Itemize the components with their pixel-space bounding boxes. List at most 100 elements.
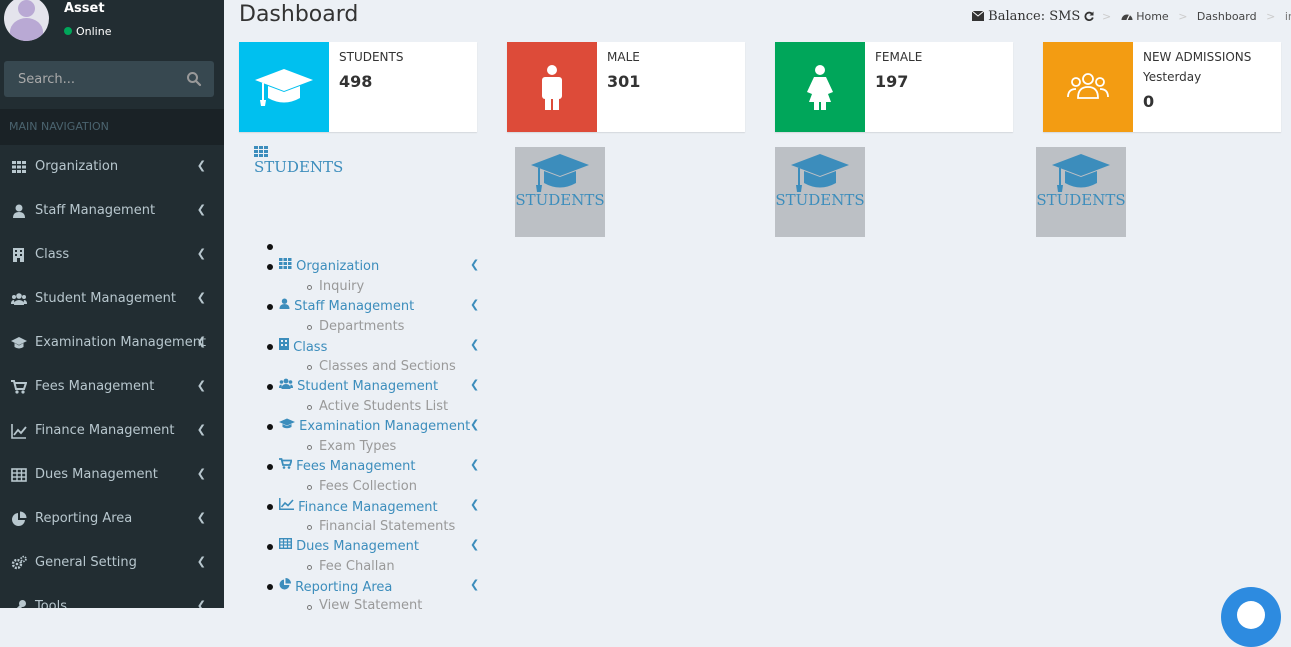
info-box-label: NEW ADMISSIONS bbox=[1143, 50, 1252, 64]
menu-sub-link[interactable]: Inquiry bbox=[319, 279, 364, 294]
grid-icon bbox=[12, 161, 26, 173]
menu-sub-link[interactable]: Active Students List bbox=[319, 399, 448, 414]
info-box-new-admissions[interactable]: NEW ADMISSIONS Yesterday 0 bbox=[1043, 42, 1281, 132]
menu-sub-link[interactable]: Classes and Sections bbox=[319, 359, 456, 374]
menu-sub-link[interactable]: Fee Challan bbox=[319, 559, 395, 574]
menu-link-finance-management[interactable]: Finance Management bbox=[279, 498, 438, 515]
sidebar-item-general-setting[interactable]: General Setting ❮ bbox=[0, 541, 224, 585]
sidebar-item-fees-management[interactable]: Fees Management ❮ bbox=[0, 365, 224, 409]
gears-icon bbox=[11, 555, 27, 570]
students-tile[interactable]: STUDENTS bbox=[515, 147, 605, 237]
balance-label: Balance: SMS bbox=[988, 9, 1081, 24]
broken-image-icon bbox=[254, 146, 268, 157]
chevron-left-icon: ❮ bbox=[196, 203, 206, 216]
sidebar-item-dues-management[interactable]: Dues Management ❮ bbox=[0, 453, 224, 497]
sidebar-item-tools[interactable]: Tools ❮ bbox=[0, 585, 224, 608]
chevron-left-icon: ❮ bbox=[196, 555, 206, 568]
menu-link-organization[interactable]: Organization bbox=[279, 258, 379, 274]
graduation-cap-icon bbox=[279, 418, 295, 429]
sidebar-item-staff-management[interactable]: Staff Management ❮ bbox=[0, 189, 224, 233]
menu-link-label: Staff Management bbox=[294, 299, 415, 314]
avatar[interactable] bbox=[4, 0, 49, 41]
list-bullet bbox=[307, 365, 312, 370]
menu-link-label: Class bbox=[293, 340, 328, 355]
menu-sub-link[interactable]: Fees Collection bbox=[319, 479, 417, 494]
list-bullet bbox=[267, 464, 273, 470]
list-bullet bbox=[267, 544, 273, 550]
sidebar-search bbox=[4, 61, 214, 97]
sidebar-item-label: Class bbox=[35, 247, 70, 262]
group-icon bbox=[1067, 73, 1109, 99]
sidebar-item-organization[interactable]: Organization ❮ bbox=[0, 145, 224, 189]
online-status-icon bbox=[64, 27, 72, 35]
info-box-value: 0 bbox=[1143, 92, 1155, 111]
list-bullet bbox=[307, 445, 312, 450]
chevron-left-icon: ❮ bbox=[196, 335, 206, 348]
menu-sub-link[interactable]: Exam Types bbox=[319, 439, 396, 454]
female-icon bbox=[807, 65, 833, 110]
chevron-left-icon: ❮ bbox=[470, 538, 480, 551]
image-alt-text: STUDENTS bbox=[254, 158, 344, 176]
sidebar-item-label: Organization bbox=[35, 159, 119, 174]
menu-sub-link[interactable]: Departments bbox=[319, 319, 404, 334]
info-box-value: 301 bbox=[607, 72, 641, 91]
search-icon[interactable] bbox=[186, 71, 202, 87]
info-box-students[interactable]: STUDENTS 498 bbox=[239, 42, 477, 132]
sidebar-item-label: Staff Management bbox=[35, 203, 156, 218]
menu-link-class[interactable]: Class bbox=[279, 338, 328, 355]
list-bullet bbox=[267, 344, 273, 350]
line-chart-icon bbox=[11, 424, 27, 439]
chevron-left-icon: ❮ bbox=[196, 379, 206, 392]
sidebar-item-examination-management[interactable]: Examination Management ❮ bbox=[0, 321, 224, 365]
info-box-icon-bg bbox=[239, 42, 329, 132]
tile-label: STUDENTS bbox=[515, 191, 605, 209]
info-box-icon-bg bbox=[775, 42, 865, 132]
sidebar-item-finance-management[interactable]: Finance Management ❮ bbox=[0, 409, 224, 453]
menu-link-staff-management[interactable]: Staff Management bbox=[279, 298, 415, 314]
menu-link-label: Fees Management bbox=[296, 459, 416, 474]
chevron-left-icon: ❮ bbox=[470, 298, 480, 311]
menu-link-label: Dues Management bbox=[296, 539, 419, 554]
students-tile[interactable]: STUDENTS bbox=[1036, 147, 1126, 237]
sidebar-item-student-management[interactable]: Student Management ❮ bbox=[0, 277, 224, 321]
sidebar-item-label: Reporting Area bbox=[35, 511, 133, 526]
envelope-icon bbox=[971, 10, 985, 21]
sidebar-item-class[interactable]: Class ❮ bbox=[0, 233, 224, 277]
menu-link-fees-management[interactable]: Fees Management bbox=[279, 458, 416, 474]
sidebar: Asset Online MAIN NAVIGATION Organizatio… bbox=[0, 0, 224, 608]
list-bullet bbox=[307, 565, 312, 570]
graduation-cap-icon bbox=[11, 337, 27, 349]
menu-link-student-management[interactable]: Student Management bbox=[279, 378, 438, 394]
menu-link-examination-management[interactable]: Examination Management bbox=[279, 418, 470, 434]
list-bullet bbox=[307, 325, 312, 330]
breadcrumb-home[interactable]: Home bbox=[1136, 10, 1168, 23]
info-box-label: FEMALE bbox=[875, 50, 923, 64]
user-name: Asset bbox=[64, 1, 105, 16]
info-box-value: 498 bbox=[339, 72, 373, 91]
list-bullet bbox=[267, 244, 273, 250]
students-tile[interactable]: STUDENTS bbox=[775, 147, 865, 237]
menu-link-dues-management[interactable]: Dues Management bbox=[278, 537, 419, 554]
building-icon bbox=[13, 248, 24, 262]
chevron-left-icon: ❮ bbox=[196, 247, 206, 260]
students-image: STUDENTS bbox=[254, 146, 374, 186]
chevron-left-icon: ❮ bbox=[196, 159, 206, 172]
refresh-icon[interactable] bbox=[1084, 11, 1095, 21]
chevron-left-icon: ❮ bbox=[196, 423, 206, 436]
chat-widget-button[interactable] bbox=[1221, 587, 1281, 647]
breadcrumb-dashboard[interactable]: Dashboard bbox=[1197, 10, 1257, 23]
sidebar-item-label: General Setting bbox=[35, 555, 137, 570]
menu-sub-link[interactable]: Financial Statements bbox=[319, 519, 455, 534]
breadcrumb: > Home > Dashboard > index bbox=[1096, 10, 1291, 23]
info-box-sublabel: Yesterday bbox=[1143, 70, 1202, 84]
info-box-icon-bg bbox=[1043, 42, 1133, 132]
info-box-male[interactable]: MALE 301 bbox=[507, 42, 745, 132]
search-input[interactable] bbox=[4, 61, 188, 97]
sidebar-item-label: Examination Management bbox=[35, 335, 207, 350]
user-icon bbox=[279, 298, 290, 309]
sidebar-item-label: Student Management bbox=[35, 291, 176, 306]
sidebar-item-reporting-area[interactable]: Reporting Area ❮ bbox=[0, 497, 224, 541]
menu-link-reporting-area[interactable]: Reporting Area bbox=[279, 578, 392, 595]
info-box-female[interactable]: FEMALE 197 bbox=[775, 42, 1013, 132]
menu-sub-link[interactable]: View Statement bbox=[319, 598, 422, 613]
